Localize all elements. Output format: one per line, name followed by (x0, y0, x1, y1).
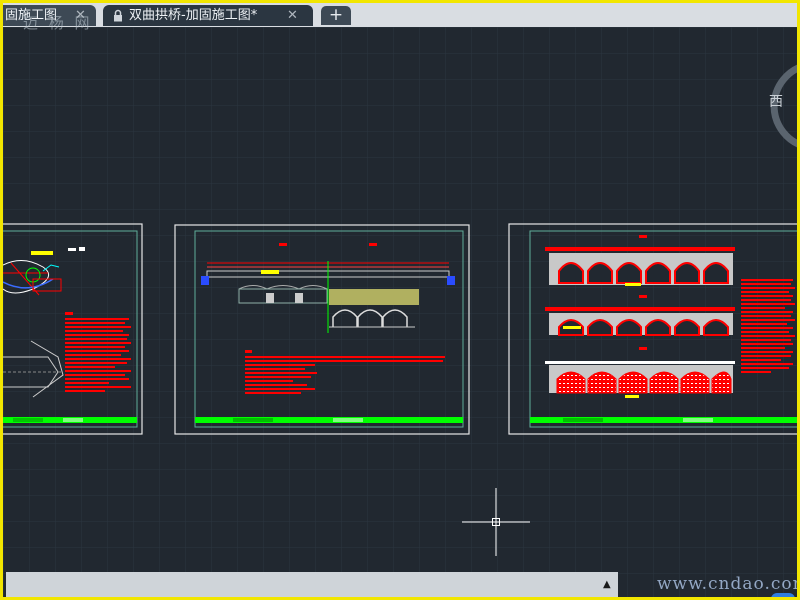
tab-active-drawing[interactable]: 双曲拱桥-加固施工图* ✕ (103, 5, 313, 26)
tab-label: 双曲拱桥-加固施工图* (129, 8, 258, 23)
command-line-bar[interactable] (6, 572, 618, 597)
compass-west-label[interactable]: 西 (769, 91, 783, 111)
model-space-canvas[interactable] (3, 27, 800, 600)
close-icon[interactable]: ✕ (287, 5, 298, 26)
command-history-arrow-icon[interactable]: ▲ (603, 579, 611, 590)
watermark-url: www.cndao.com (657, 574, 800, 594)
lock-icon (114, 9, 122, 22)
sheet-1-title-block (3, 417, 137, 423)
file-tab-bar: 固施工图 ✕ 双曲拱桥-加固施工图* ✕ + (3, 3, 797, 27)
sheet-3-title-block (530, 417, 797, 423)
app-window: 西 固施工图 ✕ 双曲拱桥-加固施工图* ✕ + 迈 杨 网 ▲ www.cnd… (0, 0, 800, 600)
help-icon[interactable] (771, 593, 795, 597)
plus-icon: + (328, 5, 344, 25)
sheet-2-title-block (195, 417, 463, 423)
sheet-1-red-notes (65, 312, 131, 392)
new-tab-button[interactable]: + (321, 6, 351, 25)
watermark-logo-text: 迈 杨 网 (23, 14, 93, 32)
